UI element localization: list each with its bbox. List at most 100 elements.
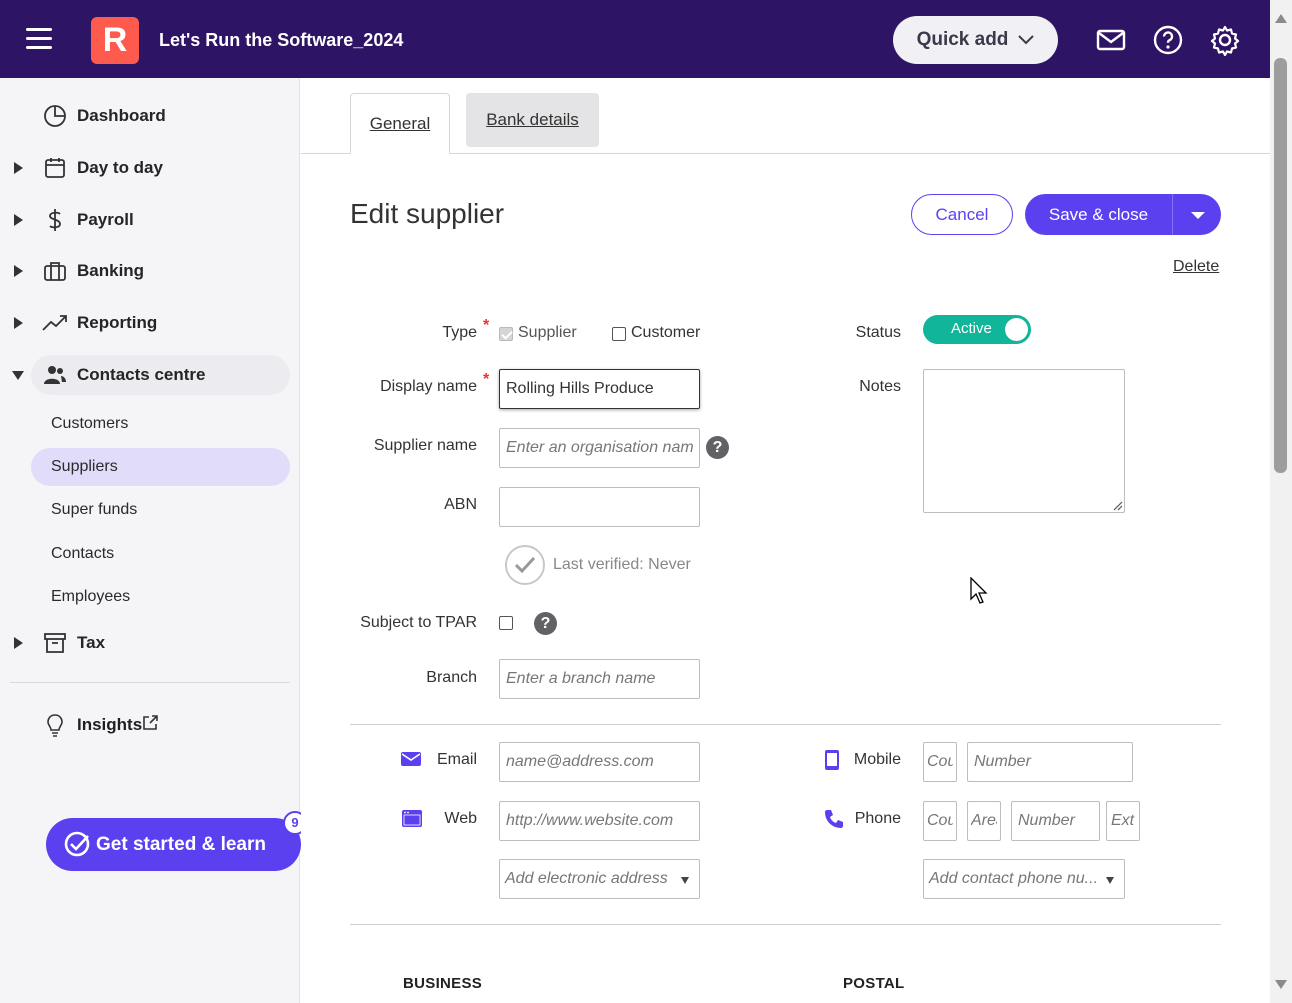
- scrollbar[interactable]: [1270, 0, 1292, 1003]
- customer-checkbox[interactable]: [612, 327, 626, 341]
- sidebar-item-payroll[interactable]: Payroll: [0, 200, 300, 240]
- sidebar-item-reporting[interactable]: Reporting: [0, 303, 300, 343]
- sidebar-item-label: Day to day: [77, 158, 163, 177]
- quick-add-label: Quick add: [916, 29, 1009, 50]
- add-contact-phone-select[interactable]: Add contact phone nu...: [923, 859, 1125, 899]
- sidebar-item-dashboard[interactable]: Dashboard: [0, 96, 300, 136]
- display-name-input[interactable]: [499, 369, 700, 409]
- quick-add-button[interactable]: Quick add: [893, 16, 1058, 64]
- supplier-checkbox: [499, 327, 513, 341]
- supplier-name-input[interactable]: [499, 428, 700, 468]
- get-started-label: Get started & learn: [96, 833, 266, 855]
- web-icon: [402, 810, 422, 827]
- cancel-button[interactable]: Cancel: [911, 194, 1013, 235]
- save-close-button[interactable]: Save & close: [1025, 194, 1172, 235]
- phone-country-input[interactable]: [923, 801, 957, 841]
- help-icon[interactable]: ?: [706, 436, 729, 459]
- sidebar-item-label: Banking: [77, 261, 145, 280]
- status-label: Status: [855, 324, 901, 341]
- dollar-icon: [49, 209, 61, 231]
- sidebar-subitem-suppliers[interactable]: Suppliers: [31, 448, 290, 486]
- caret-right-icon[interactable]: [14, 317, 23, 329]
- chevron-down-icon: [681, 877, 689, 884]
- type-label: Type: [442, 324, 477, 341]
- supplier-name-label: Supplier name: [373, 437, 477, 454]
- phone-area-input[interactable]: [967, 801, 1001, 841]
- caret-right-icon[interactable]: [14, 214, 23, 226]
- menu-icon[interactable]: [26, 28, 52, 50]
- scroll-thumb[interactable]: [1274, 58, 1287, 473]
- toggle-knob: [1005, 318, 1028, 341]
- help-icon[interactable]: [1152, 24, 1184, 56]
- trend-icon: [42, 315, 67, 331]
- tpar-label: Subject to TPAR: [360, 614, 477, 631]
- caret-right-icon[interactable]: [14, 637, 23, 649]
- page-title: Edit supplier: [350, 198, 505, 229]
- gear-icon[interactable]: [1209, 24, 1241, 56]
- sidebar-item-banking[interactable]: Banking: [0, 251, 300, 291]
- phone-number-input[interactable]: [1011, 801, 1100, 841]
- sidebar-item-contacts-centre[interactable]: Contacts centre: [12, 355, 290, 395]
- phone-label: Phone: [854, 810, 901, 827]
- sidebar-subitem-contacts[interactable]: Contacts: [31, 535, 290, 573]
- insights-label: Insights: [77, 715, 143, 734]
- customer-checkbox-label[interactable]: Customer: [631, 324, 700, 342]
- caret-right-icon[interactable]: [14, 265, 23, 277]
- save-options-dropdown[interactable]: [1172, 194, 1221, 235]
- get-started-button[interactable]: Get started & learn: [46, 818, 301, 871]
- chevron-down-icon: [1018, 35, 1035, 45]
- supplier-checkbox-label: Supplier: [518, 324, 577, 341]
- sidebar-item-insights[interactable]: Insights: [0, 705, 300, 745]
- calendar-icon: [45, 158, 65, 178]
- branch-input[interactable]: [499, 659, 700, 699]
- web-input[interactable]: [499, 801, 700, 841]
- sidebar-subitem-employees[interactable]: Employees: [31, 578, 290, 616]
- tab-bank-details[interactable]: Bank details: [466, 93, 599, 147]
- sidebar-subitem-customers[interactable]: Customers: [31, 405, 290, 443]
- tab-general[interactable]: General: [350, 93, 450, 154]
- status-toggle[interactable]: Active: [923, 315, 1031, 344]
- sidebar-item-label: Payroll: [77, 210, 134, 229]
- verify-check-icon[interactable]: [505, 545, 545, 585]
- mail-icon[interactable]: [1095, 24, 1127, 56]
- sidebar-subitem-super-funds[interactable]: Super funds: [31, 491, 290, 529]
- section-divider: [350, 724, 1221, 725]
- email-input[interactable]: [499, 742, 700, 782]
- scroll-up-icon[interactable]: [1275, 14, 1287, 23]
- display-name-label: Display name: [380, 378, 477, 395]
- help-icon[interactable]: ?: [534, 612, 557, 635]
- mobile-country-input[interactable]: [923, 742, 957, 782]
- people-icon: [44, 366, 66, 384]
- add-electronic-address-select[interactable]: Add electronic address: [499, 859, 700, 899]
- chevron-down-icon: [1191, 212, 1205, 219]
- abn-label: ABN: [444, 496, 477, 513]
- archive-icon: [44, 633, 66, 653]
- caret-down-icon[interactable]: [12, 370, 24, 380]
- notes-label: Notes: [859, 378, 901, 395]
- required-mark: *: [483, 371, 490, 388]
- add-electronic-address-label: Add electronic address: [505, 870, 668, 887]
- postal-address-heading: POSTAL: [843, 975, 905, 992]
- mobile-number-input[interactable]: [967, 742, 1133, 782]
- external-link-icon: [143, 715, 158, 730]
- required-mark: *: [483, 317, 490, 334]
- tpar-checkbox[interactable]: [499, 616, 513, 630]
- sidebar-item-day-to-day[interactable]: Day to day: [0, 148, 300, 188]
- mobile-icon: [825, 750, 839, 770]
- phone-ext-input[interactable]: [1106, 801, 1140, 841]
- sidebar-item-tax[interactable]: Tax: [0, 623, 300, 663]
- app-title: Let's Run the Software_2024: [159, 30, 404, 50]
- delete-link[interactable]: Delete: [1173, 258, 1219, 276]
- notes-textarea[interactable]: [923, 369, 1125, 513]
- scroll-down-icon[interactable]: [1275, 980, 1287, 989]
- mobile-label: Mobile: [853, 751, 901, 768]
- mouse-cursor-icon: [970, 577, 988, 604]
- app-logo[interactable]: R: [91, 17, 139, 64]
- briefcase-icon: [44, 262, 66, 281]
- caret-right-icon[interactable]: [14, 162, 23, 174]
- top-bar: R Let's Run the Software_2024 Quick add: [0, 0, 1270, 78]
- status-toggle-label: Active: [951, 320, 992, 337]
- resize-grip-icon[interactable]: [1111, 499, 1123, 511]
- check-circle-icon: [64, 831, 90, 857]
- abn-input[interactable]: [499, 487, 700, 527]
